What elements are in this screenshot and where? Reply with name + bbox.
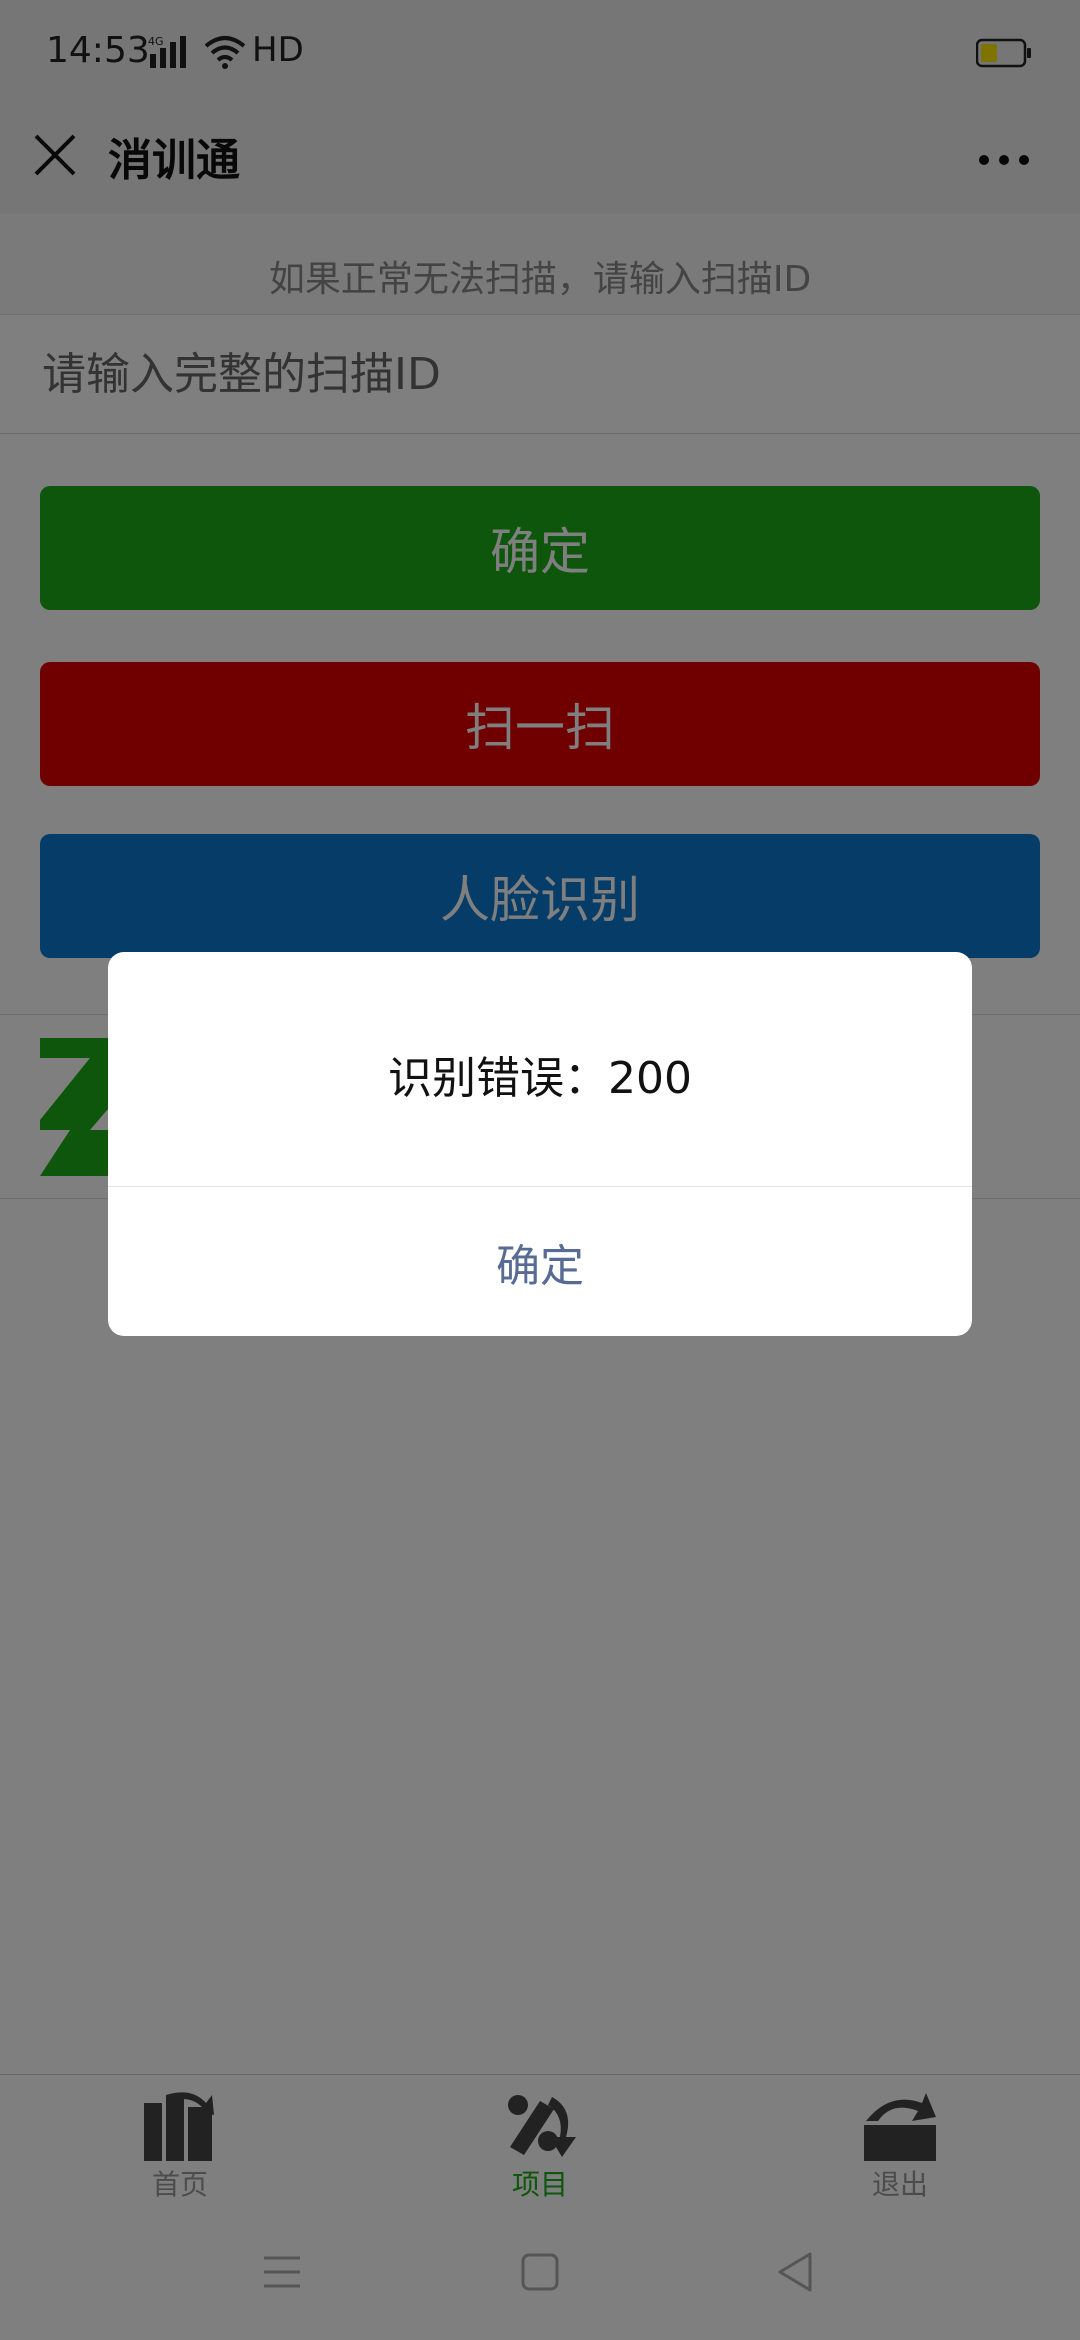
dialog-message: 识别错误：200 [388, 1053, 692, 1104]
error-dialog: 识别错误：200 确定 [108, 952, 972, 1336]
dialog-confirm-button[interactable]: 确定 [108, 1187, 972, 1336]
